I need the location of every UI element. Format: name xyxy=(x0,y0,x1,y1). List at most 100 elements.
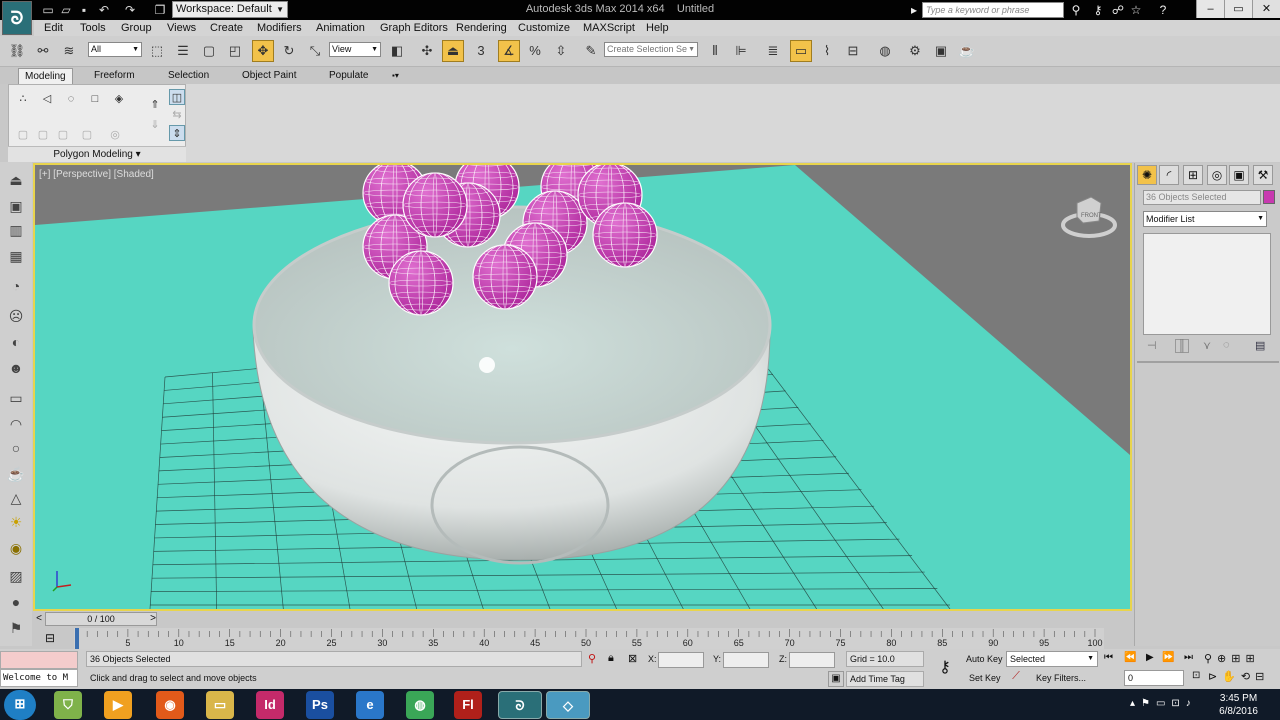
taskbar-app-1[interactable]: ⛉ xyxy=(54,691,82,719)
show-end-result-icon[interactable]: ◫ xyxy=(169,89,185,105)
taskbar-ie[interactable]: e xyxy=(356,691,384,719)
time-configuration-icon[interactable]: ⊡ xyxy=(1192,670,1208,681)
menu-modifiers[interactable]: Modifiers xyxy=(257,20,302,36)
key-mode-dropdown[interactable]: Selected ▼ xyxy=(1006,651,1098,667)
manipulate-icon[interactable]: ✣ xyxy=(416,40,438,62)
use-soft-selection-icon[interactable]: ⇆ xyxy=(169,107,185,123)
graphite-ribbon-icon[interactable]: ▭ xyxy=(790,40,812,62)
viewcube[interactable]: FRONT xyxy=(1061,193,1121,241)
select-and-scale-icon[interactable]: ⤡ xyxy=(304,40,326,62)
modify-mode-down-icon[interactable]: ⇓ xyxy=(147,117,163,133)
unlink-icon[interactable]: ⚯ xyxy=(32,40,54,62)
application-button[interactable]: ᘐ xyxy=(2,1,32,35)
light-lister-icon[interactable]: ◔ xyxy=(5,276,27,296)
object-color-swatch[interactable] xyxy=(1263,190,1275,204)
go-to-start-icon[interactable]: ⏮ xyxy=(1104,652,1120,663)
menu-graph-editors[interactable]: Graph Editors xyxy=(380,20,448,36)
hierarchy-tab-icon[interactable]: ⊞ xyxy=(1183,165,1203,185)
save-icon[interactable]: ▪ xyxy=(76,2,92,18)
menu-help[interactable]: Help xyxy=(646,20,669,36)
window-crossing-icon[interactable]: ◰ xyxy=(224,40,246,62)
modify-mode-up-icon[interactable]: ⇑ xyxy=(147,97,163,113)
isolate-icon[interactable]: ▥ xyxy=(5,220,27,240)
layer-manager-icon[interactable]: ≣ xyxy=(762,40,784,62)
y-coordinate-field[interactable] xyxy=(723,652,769,668)
project-folder-icon[interactable]: ❐ xyxy=(152,2,168,18)
isolate-toggle-icon[interactable]: ⚲ xyxy=(588,652,600,666)
select-by-name-icon[interactable]: ☰ xyxy=(172,40,194,62)
create-tab-icon[interactable]: ✺ xyxy=(1137,165,1157,185)
next-frame-icon[interactable]: ⏩ xyxy=(1162,652,1178,663)
undo-icon[interactable]: ↶ xyxy=(96,2,112,18)
render-production-icon[interactable]: ☕ xyxy=(956,40,978,62)
sphere-object[interactable] xyxy=(402,172,468,238)
search-toggle-icon[interactable]: ▸ xyxy=(906,2,922,18)
sphere-object[interactable] xyxy=(388,250,454,316)
time-tag-icon[interactable]: ▣ xyxy=(828,671,844,687)
teapot-create-icon[interactable]: ☕ xyxy=(5,464,27,484)
taskbar-editor[interactable]: ◇ xyxy=(546,691,590,719)
search-input[interactable]: Type a keyword or phrase xyxy=(922,2,1064,18)
track-bar[interactable]: 5 10 15 20 25 30 35 40 45 50 55 60 65 70 75 80 85 90 95 100 xyxy=(74,628,1134,649)
auto-key-button[interactable]: Auto Key xyxy=(966,652,1003,666)
viewport-nav-bottom[interactable]: ⊳✋⟲⊟ xyxy=(1208,670,1280,686)
go-to-end-icon[interactable]: ⏭ xyxy=(1184,652,1200,663)
mirror-icon[interactable]: ⫴ xyxy=(704,40,726,62)
element-icon[interactable]: ◈ xyxy=(111,91,127,107)
maximize-button[interactable]: ▭ xyxy=(1224,0,1252,18)
menu-tools[interactable]: Tools xyxy=(80,20,106,36)
new-file-icon[interactable]: ▭ xyxy=(40,2,56,18)
material-ball-icon[interactable]: ● xyxy=(5,592,27,612)
taskbar-firefox[interactable]: ◉ xyxy=(156,691,184,719)
box-create-icon[interactable]: ▭ xyxy=(5,388,27,408)
current-frame-field[interactable]: 0 xyxy=(1124,670,1184,686)
modifier-list-dropdown[interactable]: Modifier List ▼ xyxy=(1143,211,1267,227)
key-icon[interactable]: ⚷ xyxy=(1090,2,1106,18)
character-icon[interactable]: ☹ xyxy=(5,306,27,326)
play-icon[interactable]: ▶ xyxy=(1146,652,1162,663)
add-time-tag-button[interactable]: Add Time Tag xyxy=(846,671,924,687)
pin-stack-icon[interactable]: ⊣ xyxy=(1147,339,1157,352)
pivot-center-icon[interactable]: ◧ xyxy=(386,40,408,62)
mini-curve-editor-icon[interactable]: ⊟ xyxy=(36,628,64,648)
taskbar-media-player[interactable]: ▶ xyxy=(104,691,132,719)
star-icon[interactable]: ☆ xyxy=(1128,2,1144,18)
ribbon-options-icon[interactable]: ▪▾ xyxy=(386,68,405,84)
set-key-button[interactable]: Set Key xyxy=(969,671,1001,685)
vertex-icon[interactable]: ∴ xyxy=(15,91,31,107)
material-editor-icon[interactable]: ◍ xyxy=(874,40,896,62)
collapse-icon[interactable]: ◎ xyxy=(107,127,123,143)
current-frame-marker[interactable] xyxy=(75,628,79,649)
rectangular-selection-icon[interactable]: ▢ xyxy=(198,40,220,62)
maxscript-listener[interactable]: Welcome to M xyxy=(0,669,78,687)
viewport-nav-top[interactable]: ⚲⊕⊞⊞ xyxy=(1204,652,1280,668)
menu-views[interactable]: Views xyxy=(167,20,196,36)
container-icon[interactable]: ⏏ xyxy=(5,170,27,190)
modifier-stack[interactable] xyxy=(1143,233,1271,335)
configure-modifier-sets-icon[interactable]: ▤ xyxy=(1255,339,1265,352)
crowd-icon[interactable]: ☻ xyxy=(5,358,27,378)
key-tangent-icon[interactable]: ⟋ xyxy=(1008,670,1024,686)
absolute-mode-icon[interactable]: ⊠ xyxy=(628,652,642,666)
snaps-toggle-icon[interactable]: 3 xyxy=(470,40,492,62)
named-selection-dropdown[interactable]: Create Selection Se ▼ xyxy=(604,42,698,57)
start-button[interactable]: ⊞ xyxy=(4,690,36,720)
taskbar-3dsmax[interactable]: ᘐ xyxy=(498,691,542,719)
binoculars-icon[interactable]: ⚲ xyxy=(1068,2,1084,18)
percent-snap-icon[interactable]: % xyxy=(524,40,546,62)
open-file-icon[interactable]: ▱ xyxy=(58,2,74,18)
show-end-result-icon[interactable]: ║ xyxy=(1175,339,1189,353)
tab-populate[interactable]: Populate xyxy=(323,68,374,84)
align-icon[interactable]: ⊫ xyxy=(730,40,752,62)
link-icon[interactable]: ⛓ xyxy=(6,40,28,62)
key-filters-button[interactable]: Key Filters... xyxy=(1036,671,1086,685)
ring-icon[interactable]: ▢ xyxy=(15,127,31,143)
set-key-big-icon[interactable]: ⚷ xyxy=(932,657,958,677)
reference-coordinate-dropdown[interactable]: View ▼ xyxy=(329,42,381,57)
remove-modifier-icon[interactable]: ◌ xyxy=(1223,339,1230,351)
plane-create-icon[interactable]: ▨ xyxy=(5,566,27,586)
previous-frame-icon[interactable]: ⏪ xyxy=(1124,652,1140,663)
help-icon[interactable]: ? xyxy=(1155,2,1171,18)
menu-edit[interactable]: Edit xyxy=(44,20,63,36)
taskbar-explorer[interactable]: ▭ xyxy=(206,691,234,719)
